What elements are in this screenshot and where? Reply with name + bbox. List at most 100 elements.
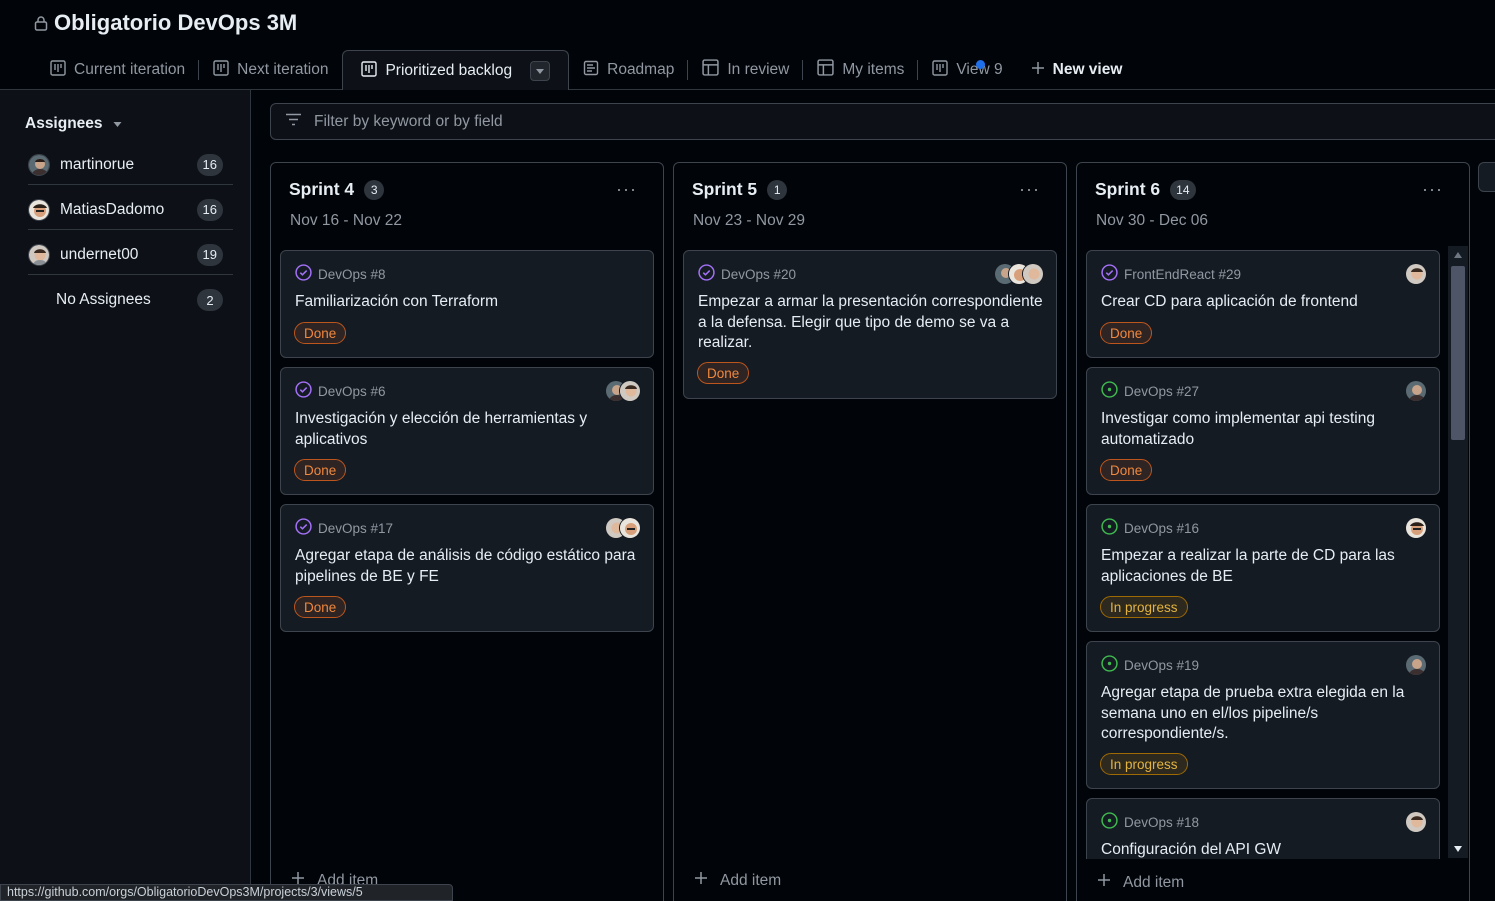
assignee-avatars	[605, 380, 641, 402]
tab-my-items[interactable]: My items	[803, 50, 919, 90]
issue-card[interactable]: DevOps #19 Agregar etapa de prueba extra…	[1086, 641, 1440, 789]
issue-title[interactable]: Empezar a armar la presentación correspo…	[698, 292, 1048, 354]
issue-card[interactable]: DevOps #8 Familiarización con Terraform …	[280, 250, 654, 358]
tab-in-review[interactable]: In review	[688, 50, 804, 90]
issue-ref: FrontEndReact #29	[1124, 266, 1242, 282]
issue-card[interactable]: DevOps #17 Agregar etapa de análisis de …	[280, 504, 654, 632]
card-meta: FrontEndReact #29	[1101, 264, 1241, 284]
column-menu-button[interactable]: ···	[1422, 179, 1443, 200]
roadmap-icon	[583, 60, 599, 81]
assignee-avatars	[994, 263, 1044, 285]
board-column-sprint-6: Sprint 6 14 ··· Nov 30 - Dec 06 FrontEnd…	[1076, 162, 1470, 901]
column-count: 14	[1170, 179, 1196, 200]
issue-title[interactable]: Investigar como implementar api testing …	[1101, 409, 1431, 450]
tab-roadmap[interactable]: Roadmap	[569, 50, 689, 90]
tab-label: In review	[727, 61, 790, 78]
column-menu-button[interactable]: ···	[616, 179, 637, 200]
issue-ref: DevOps #27	[1124, 383, 1200, 399]
issue-card[interactable]: DevOps #6 Investigación y elección de he…	[280, 367, 654, 495]
assignee-avatars	[1405, 380, 1427, 402]
column-dates: Nov 16 - Nov 22	[290, 212, 402, 229]
item-count: 16	[196, 198, 223, 221]
issue-title[interactable]: Investigación y elección de herramientas…	[295, 409, 645, 450]
view-tabs: Current iteration Next iteration Priorit…	[36, 50, 1137, 91]
sidebar-header-label: Assignees	[25, 115, 103, 132]
issue-title[interactable]: Agregar etapa de análisis de código está…	[295, 546, 645, 587]
add-item-button[interactable]: Add item	[1097, 873, 1184, 892]
add-column-button[interactable]	[1478, 162, 1495, 192]
sidebar-item-martinorue[interactable]: martinorue 16	[28, 145, 233, 185]
column-header: Sprint 5 1	[692, 179, 788, 200]
avatar	[28, 243, 50, 266]
issue-ref: DevOps #17	[318, 520, 394, 536]
board-column-sprint-4: Sprint 4 3 ··· Nov 16 - Nov 22 DevOps #8…	[270, 162, 664, 901]
avatar	[619, 517, 641, 539]
issue-card[interactable]: DevOps #20 Empezar a armar la presentaci…	[683, 250, 1057, 399]
view-options-dropdown[interactable]	[530, 61, 551, 81]
issue-ref: DevOps #16	[1124, 520, 1200, 536]
sidebar-item-no-assignees[interactable]: No Assignees 2	[28, 280, 233, 320]
avatar	[28, 153, 50, 176]
tab-prioritized-backlog[interactable]: Prioritized backlog	[342, 50, 570, 91]
avatar	[1405, 517, 1427, 539]
avatar	[619, 380, 641, 402]
status-badge: Done	[697, 362, 750, 384]
avatar	[1405, 811, 1427, 833]
closed-issue-icon	[295, 381, 312, 401]
sidebar-item-matiasdadomo[interactable]: MatiasDadomo 16	[28, 190, 233, 230]
closed-issue-icon	[1101, 264, 1118, 284]
column-name: Sprint 5	[692, 179, 758, 199]
issue-title[interactable]: Configuración del API GW	[1101, 840, 1431, 859]
assignee-avatars	[605, 517, 641, 539]
open-issue-icon	[1101, 381, 1118, 401]
tab-next-iteration[interactable]: Next iteration	[199, 50, 342, 90]
status-badge: Done	[294, 459, 347, 481]
issue-card[interactable]: FrontEndReact #29 Crear CD para aplicaci…	[1086, 250, 1440, 358]
board-area: Filter by keyword or by field Sprint 4 3…	[252, 90, 1495, 901]
assignees-field-selector[interactable]: Assignees	[25, 115, 122, 133]
column-dates: Nov 23 - Nov 29	[693, 212, 805, 229]
avatar	[28, 198, 50, 221]
issue-title[interactable]: Empezar a realizar la parte de CD para l…	[1101, 546, 1431, 587]
page-title: Obligatorio DevOps 3M	[54, 10, 298, 35]
lock-icon	[34, 15, 48, 31]
card-meta: DevOps #8	[295, 264, 386, 284]
column-scrollbar[interactable]	[1448, 246, 1468, 858]
table-icon	[817, 59, 835, 81]
column-name: Sprint 4	[289, 179, 355, 199]
tab-current-iteration[interactable]: Current iteration	[36, 50, 200, 90]
issue-card[interactable]: DevOps #18 Configuración del API GW	[1086, 798, 1440, 859]
avatar	[1022, 263, 1044, 285]
closed-issue-icon	[698, 264, 715, 284]
status-badge: Done	[294, 322, 347, 344]
add-item-button[interactable]: Add item	[694, 871, 781, 890]
scroll-down-arrow-icon[interactable]	[1454, 846, 1462, 852]
issue-card[interactable]: DevOps #16 Empezar a realizar la parte d…	[1086, 504, 1440, 632]
open-issue-icon	[1101, 518, 1118, 538]
scroll-up-arrow-icon[interactable]	[1454, 252, 1462, 258]
new-view-button[interactable]: New view	[1017, 50, 1137, 90]
column-menu-button[interactable]: ···	[1019, 179, 1040, 200]
filter-input[interactable]: Filter by keyword or by field	[270, 103, 1495, 140]
scrollbar-thumb[interactable]	[1451, 266, 1465, 440]
assignee-name: martinorue	[60, 155, 135, 173]
column-scroll-area[interactable]: FrontEndReact #29 Crear CD para aplicaci…	[1077, 247, 1449, 859]
table-icon	[702, 59, 720, 81]
tab-view-9[interactable]: View 9	[918, 50, 1016, 90]
slice-sidebar: Assignees martinorue 16 MatiasDadomo 16 …	[0, 90, 251, 901]
issue-card[interactable]: DevOps #27 Investigar como implementar a…	[1086, 367, 1440, 495]
sidebar-item-undernet00[interactable]: undernet00 19	[28, 235, 233, 275]
issue-title[interactable]: Crear CD para aplicación de frontend	[1101, 292, 1431, 313]
tab-label: Next iteration	[237, 61, 329, 78]
tab-label: Roadmap	[607, 61, 675, 78]
issue-ref: DevOps #20	[721, 266, 797, 282]
card-meta: DevOps #19	[1101, 655, 1199, 675]
plus-icon	[694, 871, 708, 890]
tab-label: New view	[1052, 61, 1123, 78]
column-name: Sprint 6	[1095, 179, 1161, 199]
column-dates: Nov 30 - Dec 06	[1096, 212, 1208, 229]
issue-title[interactable]: Agregar etapa de prueba extra elegida en…	[1101, 683, 1431, 745]
filter-placeholder: Filter by keyword or by field	[314, 112, 503, 130]
issue-title[interactable]: Familiarización con Terraform	[295, 292, 645, 313]
item-count: 2	[197, 289, 223, 311]
